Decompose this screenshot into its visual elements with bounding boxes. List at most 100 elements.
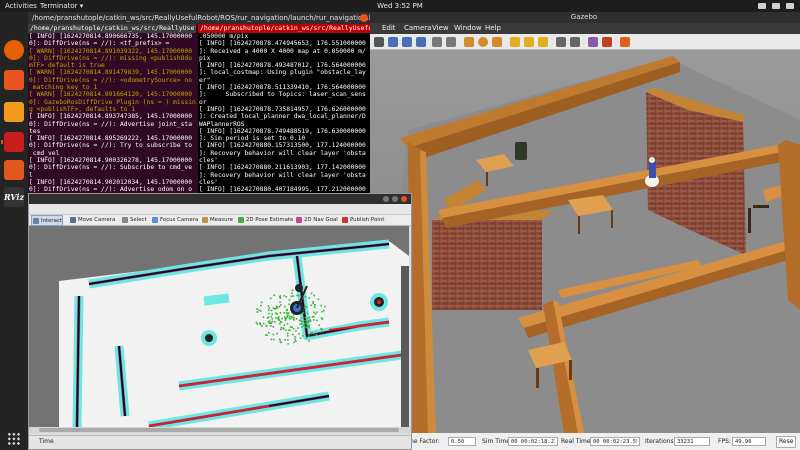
- gazebo-toolbar: [368, 34, 800, 50]
- menu-edit[interactable]: Edit: [382, 23, 396, 34]
- rotate-mode-icon[interactable]: [402, 37, 412, 47]
- tool-2d-nav-goal[interactable]: 2D Nav Goal: [295, 215, 338, 226]
- terminator-icon[interactable]: [1, 132, 24, 152]
- sim-time-value: [508, 437, 558, 446]
- fps-value: [732, 437, 766, 446]
- tool-interact[interactable]: Interact: [31, 215, 64, 226]
- terminal-line: cles': [199, 157, 218, 165]
- rviz-map-view[interactable]: [29, 226, 409, 427]
- terminal-line: [ INFO] [1624270880.157313500, 177.12400…: [199, 142, 366, 150]
- select-mode-icon[interactable]: [374, 37, 384, 47]
- gazebo-3d-viewport[interactable]: [368, 50, 800, 433]
- screenshot-icon[interactable]: [620, 37, 630, 47]
- pose-estimate-icon: [238, 217, 244, 223]
- iterations-value: [674, 437, 710, 446]
- align-icon[interactable]: [588, 37, 598, 47]
- terminal-line: ]: Recovery behavior will clear layer 'o…: [199, 171, 366, 179]
- spot-light-icon[interactable]: [524, 37, 534, 47]
- maximize-icon[interactable]: [392, 196, 398, 202]
- tool-label: Move Camera: [78, 217, 116, 223]
- rviz-label: RViz: [4, 192, 25, 202]
- close-icon[interactable]: [401, 196, 407, 202]
- tool-move-camera[interactable]: Move Camera: [69, 215, 115, 226]
- terminal-line: WAPlannerROS: [199, 120, 245, 128]
- horizontal-scrollbar[interactable]: [29, 427, 411, 433]
- rviz-toolbar: Interact Move Camera Select Focus Camera…: [29, 215, 411, 226]
- clock[interactable]: Wed 3:52 PM: [0, 0, 800, 12]
- tool-label: Publish Point: [350, 217, 385, 223]
- copy-icon[interactable]: [556, 37, 566, 47]
- tool-label: Select: [130, 217, 147, 223]
- scrollbar-thumb[interactable]: [39, 428, 399, 432]
- rviz-icon[interactable]: RViz: [4, 187, 24, 207]
- terminal-line: .050000 m/pix: [199, 33, 249, 40]
- undo-icon[interactable]: [432, 37, 442, 47]
- terminal-line: pix: [199, 54, 211, 62]
- real-time-factor-value: [448, 437, 476, 446]
- terminal-line: 0]: DiffDrive(ns = //): Try to subscribe…: [29, 142, 193, 150]
- terminal-line: [ INFO] [1624270814.890666735, 145.17000…: [29, 33, 193, 40]
- terminal-line: or: [199, 98, 207, 106]
- terminal-line: 0]: DiffDrive(ns = //): missing <publish…: [29, 54, 193, 62]
- terminal-line: [ INFO] [1624270878.749488519, 176.63000…: [199, 127, 366, 135]
- tool-label: 2D Nav Goal: [304, 217, 338, 223]
- window-controls[interactable]: [383, 196, 407, 202]
- terminal-line: [ INFO] [1624270814.902012034, 145.17000…: [29, 178, 193, 186]
- menu-view[interactable]: View: [432, 23, 449, 34]
- menu-window[interactable]: Window: [454, 23, 482, 34]
- directional-light-icon[interactable]: [538, 37, 548, 47]
- rqt-icon[interactable]: [4, 160, 24, 180]
- gazebo-scene-render: [368, 50, 800, 433]
- minimize-icon[interactable]: [383, 196, 389, 202]
- terminal-line: mTF> default is true: [29, 62, 105, 70]
- show-applications-icon[interactable]: [7, 432, 21, 446]
- tool-label: Focus Camera: [160, 217, 199, 223]
- terminal-line: er": [199, 76, 211, 84]
- firefox-icon[interactable]: [4, 40, 24, 60]
- point-light-icon[interactable]: [510, 37, 520, 47]
- sublime-text-icon[interactable]: [4, 102, 24, 122]
- gazebo-title: Gazebo: [368, 12, 800, 23]
- terminal-pane-left[interactable]: /home/pranshutople/catkin_ws/src/ReallyU…: [28, 24, 196, 212]
- menu-help[interactable]: Help: [485, 23, 501, 34]
- menu-camera[interactable]: Camera: [404, 23, 431, 34]
- snap-icon[interactable]: [602, 37, 612, 47]
- box-shape-icon[interactable]: [464, 37, 474, 47]
- terminal-line: 0]: DiffDrive(ns = //): Advertise joint_…: [29, 120, 193, 128]
- tool-2d-pose-estimate[interactable]: 2D Pose Estimate: [237, 215, 293, 226]
- ubuntu-software-icon[interactable]: [4, 70, 24, 90]
- tool-select[interactable]: Select: [121, 215, 147, 226]
- costmap-render: [29, 226, 409, 427]
- paste-icon[interactable]: [570, 37, 580, 47]
- terminal-line: ]: Subscribed to Topics: laser_scan_sens: [199, 91, 366, 99]
- terminal-line: g <publishTF>, defaults to 1: [29, 105, 136, 113]
- terminal-line: 0]: DiffDrive(ns = //): <odometrySource>…: [29, 76, 193, 84]
- close-icon[interactable]: [360, 14, 368, 22]
- tool-publish-point[interactable]: Publish Point: [341, 215, 384, 226]
- cylinder-shape-icon[interactable]: [492, 37, 502, 47]
- terminator-window: /home/pranshutople/catkin_ws/src/ReallyU…: [28, 12, 370, 212]
- time-panel: Time: [29, 435, 411, 449]
- tool-focus-camera[interactable]: Focus Camera: [151, 215, 198, 226]
- dock: RViz: [0, 12, 28, 450]
- real-time-label: Real Time:: [561, 438, 593, 445]
- scale-mode-icon[interactable]: [416, 37, 426, 47]
- sphere-shape-icon[interactable]: [478, 37, 488, 47]
- terminal-line: l: [29, 171, 33, 179]
- system-tray[interactable]: [758, 0, 794, 9]
- terminal-line: tes: [29, 127, 41, 135]
- terminal-line: ]: Sim period is set to 0.10: [199, 135, 306, 143]
- terminal-pane-right[interactable]: /home/pranshutople/catkin_ws/src/ReallyU…: [198, 24, 370, 212]
- gazebo-menu-bar: Edit Camera View Window Help: [368, 23, 800, 34]
- desktop: Activities Terminator Wed 3:52 PM RViz G…: [0, 0, 800, 450]
- terminal-line: [ INFO] [1624270878.493487012, 176.56400…: [199, 62, 366, 70]
- redo-icon[interactable]: [446, 37, 456, 47]
- terminal-line: [ INFO] [1624270880.211613903, 177.14200…: [199, 164, 366, 172]
- tool-measure[interactable]: Measure: [201, 215, 233, 226]
- terminal-line: [ WARN] [1624270814.891039322, 145.17000…: [29, 47, 193, 55]
- terminal-line: [ INFO] [1624270878.735814957, 176.62600…: [199, 105, 366, 113]
- translate-mode-icon[interactable]: [388, 37, 398, 47]
- reset-button[interactable]: Rese: [776, 436, 797, 448]
- real-time-value: [590, 437, 640, 446]
- select-icon: [122, 217, 128, 223]
